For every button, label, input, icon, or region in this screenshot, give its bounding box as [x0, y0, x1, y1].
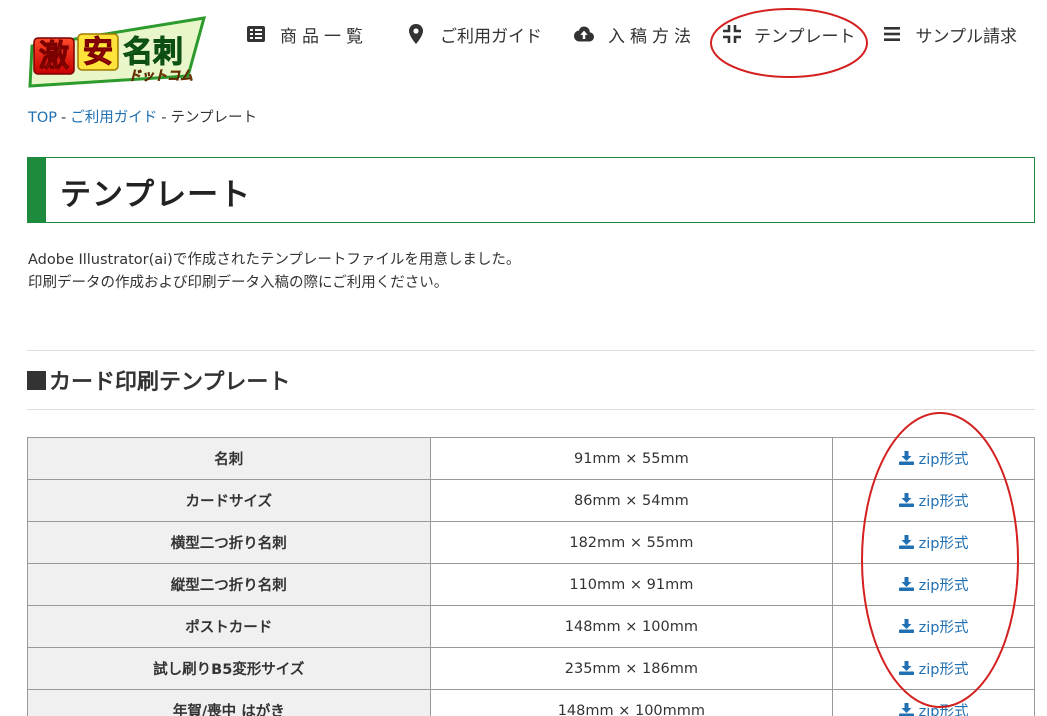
- nav-label-products: 商品一覧: [280, 26, 368, 47]
- template-download-cell: zip形式: [832, 605, 1035, 648]
- nav-label-template: テンプレート: [754, 26, 856, 47]
- template-name-cell: 試し刷りB5変形サイズ: [27, 647, 431, 690]
- logo-subtext: ドットコム: [128, 69, 193, 84]
- table-row: 名刺 91mm × 55mm zip形式: [27, 437, 1035, 480]
- template-download-cell: zip形式: [832, 563, 1035, 606]
- download-icon: [898, 493, 914, 508]
- zip-download-link[interactable]: zip形式: [898, 616, 969, 637]
- zip-download-link[interactable]: zip形式: [898, 700, 969, 716]
- template-name-cell: 名刺: [27, 437, 431, 480]
- nav-item-upload[interactable]: 入稿方法: [574, 22, 696, 47]
- zip-download-label: zip形式: [918, 619, 969, 636]
- table-row: 年賀/喪中 はがき 148mm × 100mmm zip形式: [27, 689, 1035, 716]
- template-name-cell: ポストカード: [27, 605, 431, 648]
- breadcrumb-guide-link[interactable]: ご利用ガイド: [70, 110, 157, 126]
- template-download-cell: zip形式: [832, 521, 1035, 564]
- nav-label-sample: サンプル請求: [915, 26, 1018, 47]
- page-title-box: テンプレート: [27, 157, 1035, 223]
- zip-download-label: zip形式: [918, 493, 969, 510]
- download-icon: [898, 703, 914, 716]
- download-icon: [898, 451, 914, 466]
- list-icon: [246, 24, 266, 44]
- logo-char-2: 安: [83, 35, 113, 70]
- map-pin-icon: [406, 24, 426, 44]
- template-size-cell: 91mm × 55mm: [429, 437, 834, 480]
- section-title-text: カード印刷テンプレート: [49, 370, 291, 395]
- page-title: テンプレート: [60, 177, 252, 213]
- bars-icon: [882, 24, 902, 44]
- zip-download-link[interactable]: zip形式: [898, 490, 969, 511]
- main-nav: 商品一覧 ご利用ガイド 入稿方法 テンプレート サンプル請求: [246, 20, 1017, 48]
- site-logo[interactable]: 激 安名刺 ドットコム: [28, 16, 210, 92]
- table-row: 試し刷りB5変形サイズ 235mm × 186mm zip形式: [27, 647, 1035, 690]
- download-icon: [898, 535, 914, 550]
- template-size-cell: 148mm × 100mmm: [429, 689, 834, 716]
- logo-text: 名刺: [123, 35, 183, 70]
- nav-item-template[interactable]: テンプレート: [722, 22, 856, 47]
- nav-item-sample[interactable]: サンプル請求: [882, 22, 1018, 47]
- nav-item-products[interactable]: 商品一覧: [246, 22, 368, 47]
- zip-download-label: zip形式: [918, 703, 969, 716]
- zip-download-label: zip形式: [918, 577, 969, 594]
- table-row: カードサイズ 86mm × 54mm zip形式: [27, 479, 1035, 522]
- template-size-cell: 148mm × 100mm: [429, 605, 834, 648]
- download-icon: [898, 661, 914, 676]
- section-title: カード印刷テンプレート: [27, 364, 290, 396]
- template-size-cell: 110mm × 91mm: [429, 563, 834, 606]
- download-icon: [898, 619, 914, 634]
- page-description: Adobe Illustrator(ai)で作成されたテンプレートファイルを用意…: [28, 249, 520, 295]
- zip-download-link[interactable]: zip形式: [898, 574, 969, 595]
- template-size-cell: 86mm × 54mm: [429, 479, 834, 522]
- template-table: 名刺 91mm × 55mm zip形式 カードサイズ 86mm × 54mm zip形式…: [27, 437, 1035, 716]
- zip-download-label: zip形式: [918, 661, 969, 678]
- divider: [27, 409, 1035, 410]
- description-line-2: 印刷データの作成および印刷データ入稿の際にご利用ください。: [28, 275, 449, 291]
- nav-item-guide[interactable]: ご利用ガイド: [406, 22, 542, 47]
- nav-label-upload: 入稿方法: [608, 26, 696, 47]
- table-row: 横型二つ折り名刺 182mm × 55mm zip形式: [27, 521, 1035, 564]
- breadcrumb-separator: -: [61, 110, 67, 126]
- template-download-cell: zip形式: [832, 437, 1035, 480]
- zip-download-label: zip形式: [918, 451, 969, 468]
- template-name-cell: カードサイズ: [27, 479, 431, 522]
- zip-download-link[interactable]: zip形式: [898, 532, 969, 553]
- zip-download-link[interactable]: zip形式: [898, 448, 969, 469]
- template-download-cell: zip形式: [832, 647, 1035, 690]
- download-icon: [898, 577, 914, 592]
- nav-label-guide: ご利用ガイド: [440, 26, 542, 47]
- template-download-cell: zip形式: [832, 689, 1035, 716]
- logo-char-1: 激: [39, 39, 69, 74]
- table-row: ポストカード 148mm × 100mm zip形式: [27, 605, 1035, 648]
- compress-icon: [722, 24, 742, 44]
- breadcrumb-current: テンプレート: [170, 110, 258, 126]
- template-name-cell: 年賀/喪中 はがき: [27, 689, 431, 716]
- zip-download-link[interactable]: zip形式: [898, 658, 969, 679]
- cloud-upload-icon: [574, 24, 594, 44]
- template-name-cell: 縦型二つ折り名刺: [27, 563, 431, 606]
- breadcrumb: TOP - ご利用ガイド - テンプレート: [28, 106, 257, 127]
- template-name-cell: 横型二つ折り名刺: [27, 521, 431, 564]
- template-size-cell: 235mm × 186mm: [429, 647, 834, 690]
- zip-download-label: zip形式: [918, 535, 969, 552]
- breadcrumb-top-link[interactable]: TOP: [28, 110, 57, 126]
- template-size-cell: 182mm × 55mm: [429, 521, 834, 564]
- table-row: 縦型二つ折り名刺 110mm × 91mm zip形式: [27, 563, 1035, 606]
- breadcrumb-separator: -: [161, 110, 167, 126]
- template-download-cell: zip形式: [832, 479, 1035, 522]
- divider: [27, 350, 1035, 351]
- description-line-1: Adobe Illustrator(ai)で作成されたテンプレートファイルを用意…: [28, 252, 521, 268]
- square-bullet-icon: [27, 370, 46, 390]
